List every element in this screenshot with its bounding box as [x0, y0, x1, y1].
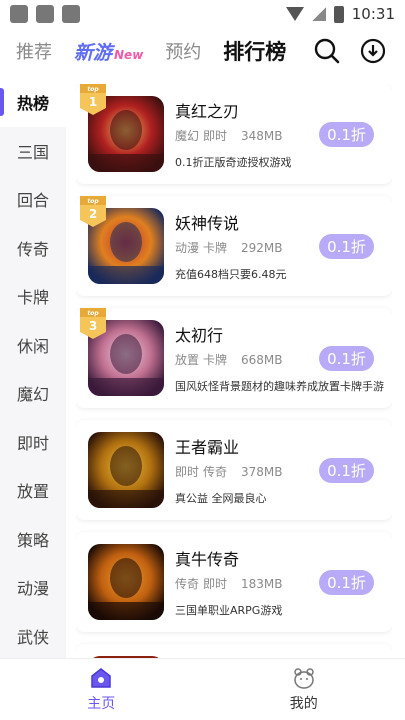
game-card[interactable]: 真牛传奇传奇 即时 183MB 三国单职业ARPG游戏 0.1折 [76, 532, 392, 632]
game-title: 王者霸业 [175, 438, 240, 457]
game-card[interactable]: top 2 妖神传说动漫 卡牌 292MB 充值648档只要6.48元 0.1折 [76, 196, 392, 296]
sidebar-item[interactable]: 回合 [0, 175, 66, 224]
rank-label: top [87, 310, 99, 317]
tab-new-games[interactable]: 新游 New [74, 38, 143, 65]
signal-icon [311, 7, 326, 21]
game-thumbnail [88, 544, 164, 620]
game-size: 668MB [241, 353, 283, 367]
tab-recommend[interactable]: 推荐 [16, 38, 52, 64]
sidebar-item[interactable]: 魔幻 [0, 369, 66, 418]
game-description: 三国单职业ARPG游戏 [175, 604, 283, 617]
rank-number: 1 [89, 95, 97, 109]
sidebar-item[interactable]: 传奇 [0, 224, 66, 273]
sidebar-item[interactable]: 三国 [0, 127, 66, 176]
rank-number: 3 [89, 319, 97, 333]
sidebar-item[interactable]: 动漫 [0, 563, 66, 612]
game-title: 真牛传奇 [175, 550, 240, 569]
status-time: 10:31 [351, 5, 395, 23]
battery-icon [333, 5, 344, 23]
game-description: 国风妖怪背景题材的趣味养成放置卡牌手游 [175, 380, 384, 393]
game-title: 太初行 [175, 326, 224, 345]
game-card[interactable] [76, 644, 392, 658]
status-bar: 10:31 [0, 0, 405, 28]
game-description: 充值648档只要6.48元 [175, 268, 287, 281]
nav-home[interactable]: 主页 [0, 659, 203, 720]
game-card[interactable]: top 3 太初行放置 卡牌 668MB 国风妖怪背景题材的趣味养成放置卡牌手游 0.1折 [76, 308, 392, 408]
game-tag: 放置 [175, 353, 200, 367]
wifi-icon [285, 7, 304, 21]
game-tag: 传奇 [175, 577, 200, 591]
game-title: 妖神传说 [175, 214, 240, 233]
game-tag: 魔幻 [175, 129, 200, 143]
game-meta: 放置 卡牌 668MB [175, 351, 283, 368]
rank-label: top [87, 198, 99, 205]
game-tag: 即时 [203, 577, 228, 591]
nav-mine[interactable]: 我的 [203, 659, 405, 720]
game-description: 0.1折正版奇迹授权游戏 [175, 156, 292, 169]
tab-ranking[interactable]: 排行榜 [223, 36, 286, 66]
nav-home-label: 主页 [87, 696, 116, 712]
sidebar-item[interactable]: 热榜 [0, 78, 66, 127]
rank-badge: top 3 [78, 308, 108, 339]
tab-reservation[interactable]: 预约 [165, 38, 201, 64]
game-list: top 1 真红之刃 魔幻 即时 348MB 0.1折正版奇迹授权游戏 0.1折 top 2 妖神传… [76, 84, 392, 658]
sidebar-item[interactable]: 卡牌 [0, 272, 66, 321]
discount-button[interactable]: 0.1折 [319, 570, 374, 595]
discount-button[interactable]: 0.1折 [319, 458, 374, 483]
game-card[interactable]: 王者霸业即时 传奇 378MB 真公益 全网最良心 0.1折 [76, 420, 392, 520]
sidebar-item[interactable]: 武侠 [0, 612, 66, 661]
discount-button[interactable]: 0.1折 [319, 346, 374, 371]
top-tabs: 推荐 新游 New 预约 排行榜 [0, 28, 405, 74]
discount-button[interactable]: 0.1折 [319, 234, 374, 259]
home-icon [91, 668, 111, 688]
search-icon[interactable] [313, 37, 341, 65]
new-badge: New [114, 47, 144, 62]
game-tag: 传奇 [203, 465, 228, 479]
bear-icon [294, 668, 314, 689]
game-meta: 动漫 卡牌 292MB [175, 239, 283, 256]
discount-button[interactable]: 0.1折 [319, 122, 374, 147]
game-tag: 卡牌 [203, 241, 228, 255]
game-description: 真公益 全网最良心 [175, 492, 267, 505]
rank-label: top [87, 86, 99, 93]
game-tag: 即时 [175, 465, 200, 479]
game-tag: 卡牌 [203, 353, 228, 367]
game-size: 348MB [241, 129, 283, 143]
game-tag: 动漫 [175, 241, 200, 255]
app-notification-icon [62, 5, 80, 23]
game-card[interactable]: top 1 真红之刃魔幻 即时 348MB 0.1折正版奇迹授权游戏 0.1折 [76, 84, 392, 184]
category-sidebar: 热榜 三国 回合 传奇 卡牌 休闲 魔幻 即时 放置 策略 动漫 武侠 [0, 78, 66, 658]
sidebar-item[interactable]: 放置 [0, 466, 66, 515]
game-meta: 即时 传奇 378MB [175, 463, 283, 480]
bottom-nav: 主页 我的 [0, 658, 405, 720]
app-notification-icon [36, 5, 54, 23]
nav-mine-label: 我的 [289, 696, 318, 712]
rank-badge: top 2 [78, 196, 108, 227]
game-meta: 传奇 即时 183MB [175, 575, 283, 592]
game-thumbnail [88, 432, 164, 508]
sidebar-item[interactable]: 休闲 [0, 321, 66, 370]
game-size: 292MB [241, 241, 283, 255]
rank-badge: top 1 [78, 84, 108, 115]
game-title: 真红之刃 [175, 102, 240, 121]
rank-number: 2 [89, 207, 97, 221]
game-size: 183MB [241, 577, 283, 591]
gallery-notification-icon [10, 5, 28, 23]
sidebar-item[interactable]: 策略 [0, 515, 66, 564]
game-tag: 即时 [203, 129, 228, 143]
game-size: 378MB [241, 465, 283, 479]
game-meta: 魔幻 即时 348MB [175, 127, 283, 144]
download-icon[interactable] [359, 37, 387, 65]
sidebar-item[interactable]: 即时 [0, 418, 66, 467]
